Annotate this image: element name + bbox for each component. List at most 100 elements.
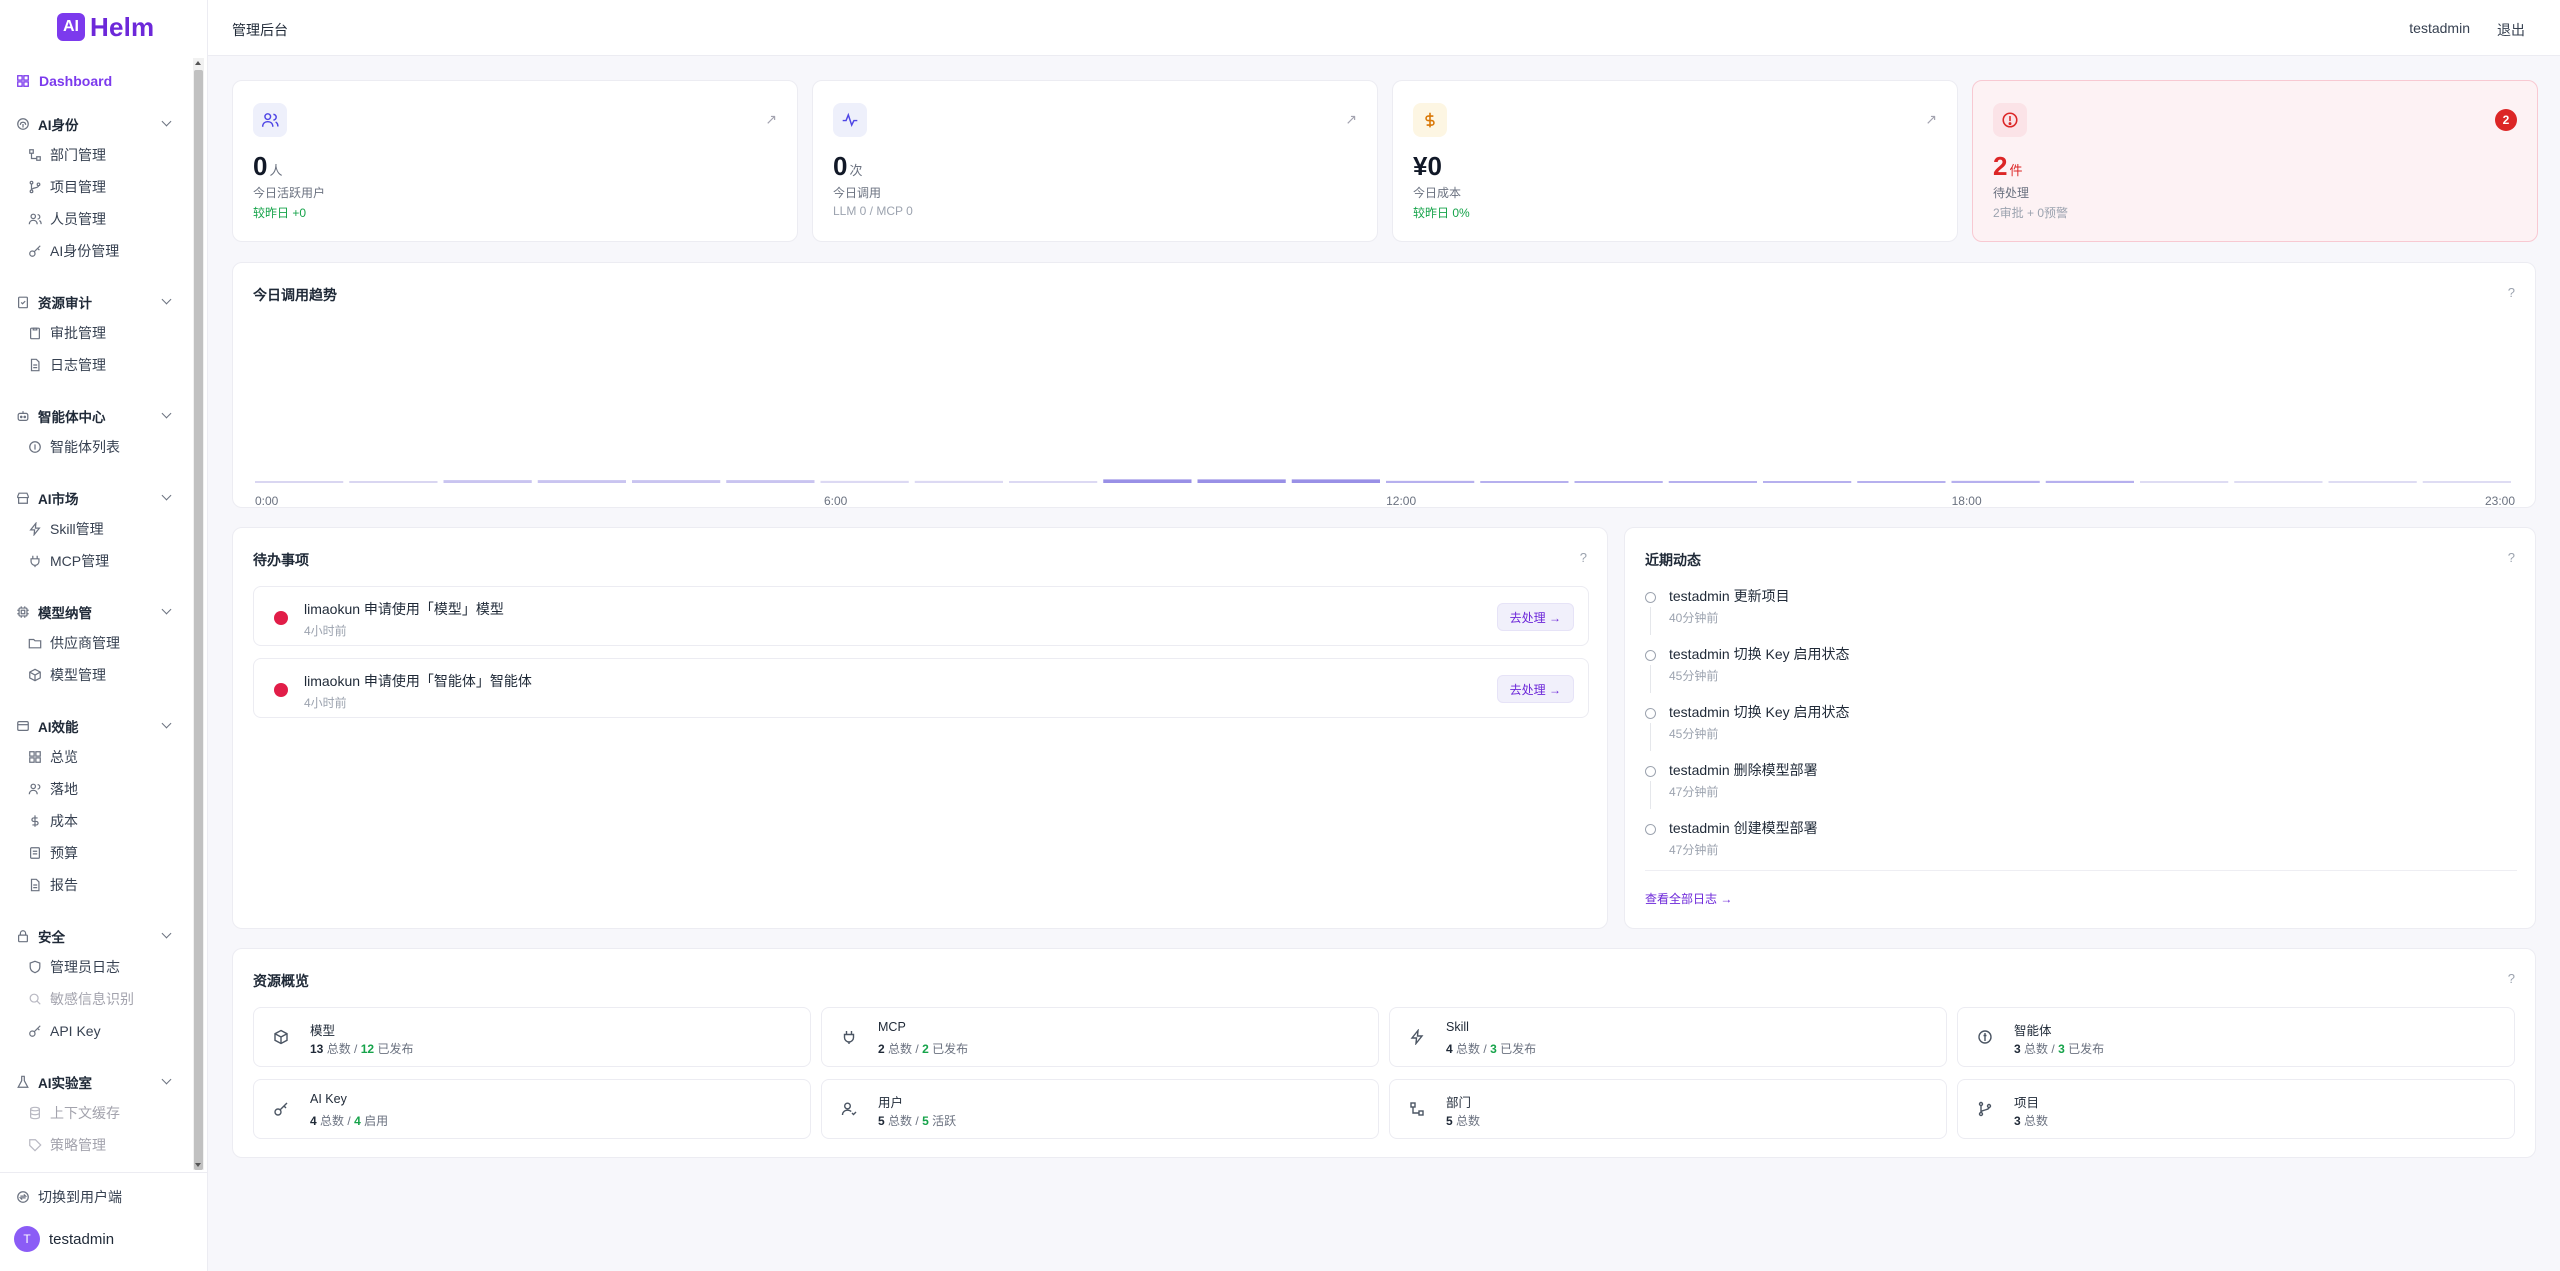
resource-models[interactable]: 模型 13 总数 / 12 已发布 <box>253 1007 811 1067</box>
nav-item-overview[interactable]: 总览 <box>0 741 190 773</box>
bar-16:00[interactable] <box>1763 481 1852 483</box>
nav-item-policies[interactable]: 策略管理 <box>0 1129 190 1161</box>
group-head-ai-identity[interactable]: AI身份 <box>0 113 190 135</box>
bar-8:00[interactable] <box>1009 481 1098 483</box>
bar-20:00[interactable] <box>2140 481 2229 483</box>
todo-item[interactable]: limaokun 申请使用「智能体」智能体 4小时前 去处理 → <box>253 658 1589 718</box>
nav-item-api-key[interactable]: API Key <box>0 1015 190 1047</box>
nav-item-sensitive-info[interactable]: 敏感信息识别 <box>0 983 190 1015</box>
arrow-up-right-icon[interactable]: ↗ <box>1345 111 1357 128</box>
bar-18:00[interactable] <box>1951 480 2040 483</box>
resource-mcp[interactable]: MCP 2 总数 / 2 已发布 <box>821 1007 1379 1067</box>
bar-23:00[interactable] <box>2422 481 2511 483</box>
nav-item-departments[interactable]: 部门管理 <box>0 139 190 171</box>
switch-to-user-button[interactable]: 切换到用户端 <box>16 1187 122 1207</box>
help-icon[interactable]: ? <box>2508 971 2515 986</box>
bar-4:00[interactable] <box>632 480 721 483</box>
bar-11:00[interactable] <box>1291 479 1380 483</box>
handle-button[interactable]: 去处理 → <box>1496 675 1574 703</box>
nav-item-mcp[interactable]: MCP管理 <box>0 545 190 577</box>
timeline-dot <box>1645 650 1656 661</box>
org-icon <box>28 148 42 162</box>
activity-item: testadmin 创建模型部署 47分钟前 <box>1645 812 2505 870</box>
chevron-down-icon <box>161 294 172 305</box>
bar-7:00[interactable] <box>914 480 1003 483</box>
logout-button[interactable]: 退出 <box>2497 20 2525 40</box>
nav-item-projects[interactable]: 项目管理 <box>0 171 190 203</box>
sidebar-scrollbar[interactable] <box>193 58 204 1170</box>
current-user[interactable]: T testadmin <box>14 1226 114 1252</box>
group-head-security[interactable]: 安全 <box>0 925 190 947</box>
bar-17:00[interactable] <box>1857 481 1946 483</box>
resource-projects[interactable]: 项目 3 总数 <box>1957 1079 2515 1139</box>
nav-item-models[interactable]: 模型管理 <box>0 659 190 691</box>
help-icon[interactable]: ? <box>2508 285 2515 300</box>
bar-21:00[interactable] <box>2234 481 2323 483</box>
help-icon[interactable]: ? <box>2508 550 2515 565</box>
bar-6:00[interactable] <box>820 480 909 483</box>
resource-name: 用户 <box>878 1096 904 1110</box>
group-head-ai-efficiency[interactable]: AI效能 <box>0 715 190 737</box>
help-icon[interactable]: ? <box>1580 550 1587 565</box>
scroll-thumb[interactable] <box>194 70 203 1170</box>
resource-users[interactable]: 用户 5 总数 / 5 活跃 <box>821 1079 1379 1139</box>
group-head-agent-center[interactable]: 智能体中心 <box>0 405 190 427</box>
nav-item-approvals[interactable]: 审批管理 <box>0 317 190 349</box>
resource-skill[interactable]: Skill 4 总数 / 3 已发布 <box>1389 1007 1947 1067</box>
nav-item-providers[interactable]: 供应商管理 <box>0 627 190 659</box>
todo-item[interactable]: limaokun 申请使用「模型」模型 4小时前 去处理 → <box>253 586 1589 646</box>
stat-card-pending[interactable]: 2 2件 待处理 2审批 + 0预警 <box>1972 80 2538 242</box>
bar-0:00[interactable] <box>255 481 344 483</box>
group-head-model-mgmt[interactable]: 模型纳管 <box>0 601 190 623</box>
handle-button[interactable]: 去处理 → <box>1496 603 1574 631</box>
brand[interactable]: AI Helm <box>0 0 207 55</box>
nav-item-report[interactable]: 报告 <box>0 869 190 901</box>
stat-card-active-users[interactable]: ↗ 0人 今日活跃用户 较昨日 +0 <box>232 80 798 242</box>
nav-item-budget[interactable]: 预算 <box>0 837 190 869</box>
group-head-ai-lab[interactable]: AI实验室 <box>0 1071 190 1093</box>
bar-12:00[interactable] <box>1386 480 1475 483</box>
divider <box>1645 870 2517 871</box>
resource-stat: 4 总数 / 3 已发布 <box>1446 1042 1537 1056</box>
plug-icon <box>840 1028 858 1046</box>
bar-2:00[interactable] <box>443 480 532 483</box>
nav-item-context-cache[interactable]: 上下文缓存 <box>0 1097 190 1129</box>
nav-item-skill[interactable]: Skill管理 <box>0 513 190 545</box>
nav-item-people[interactable]: 人员管理 <box>0 203 190 235</box>
arrow-up-right-icon[interactable]: ↗ <box>1925 111 1937 128</box>
resource-agents[interactable]: 智能体 3 总数 / 3 已发布 <box>1957 1007 2515 1067</box>
arrow-up-right-icon[interactable]: ↗ <box>765 111 777 128</box>
nav-item-cost[interactable]: 成本 <box>0 805 190 837</box>
bar-19:00[interactable] <box>2045 480 2134 483</box>
users-icon <box>253 103 287 137</box>
scroll-down-icon[interactable] <box>195 1163 201 1167</box>
nav-dashboard[interactable]: Dashboard <box>8 68 188 94</box>
bar-14:00[interactable] <box>1574 481 1663 483</box>
resource-departments[interactable]: 部门 5 总数 <box>1389 1079 1947 1139</box>
resource-ai-key[interactable]: AI Key 4 总数 / 4 启用 <box>253 1079 811 1139</box>
group-head-ai-market[interactable]: AI市场 <box>0 487 190 509</box>
scroll-up-icon[interactable] <box>195 61 201 65</box>
nav-item-label: 总览 <box>50 749 78 765</box>
header-username[interactable]: testadmin <box>2409 20 2470 36</box>
nav-item-admin-logs[interactable]: 管理员日志 <box>0 951 190 983</box>
group-head-resource-audit[interactable]: 资源审计 <box>0 291 190 313</box>
bar-3:00[interactable] <box>537 480 626 483</box>
bar-15:00[interactable] <box>1668 481 1757 483</box>
activity-item: testadmin 切换 Key 启用状态 45分钟前 <box>1645 696 2505 754</box>
stat-card-calls[interactable]: ↗ 0次 今日调用 LLM 0 / MCP 0 <box>812 80 1378 242</box>
bar-10:00[interactable] <box>1197 479 1286 483</box>
bar-5:00[interactable] <box>726 480 815 483</box>
nav-item-adoption[interactable]: 落地 <box>0 773 190 805</box>
nav-item-agent-list[interactable]: 智能体列表 <box>0 431 190 463</box>
stat-card-cost[interactable]: ↗ ¥0 今日成本 较昨日 0% <box>1392 80 1958 242</box>
nav-item-logs[interactable]: 日志管理 <box>0 349 190 381</box>
bar-1:00[interactable] <box>349 481 438 483</box>
bar-9:00[interactable] <box>1103 479 1192 483</box>
bar-13:00[interactable] <box>1480 481 1569 483</box>
view-all-logs-link[interactable]: 查看全部日志 → <box>1645 890 1732 907</box>
bar-22:00[interactable] <box>2328 481 2417 483</box>
users-icon <box>28 212 42 226</box>
stat-label: 今日调用 <box>833 186 882 200</box>
nav-item-ai-identity[interactable]: AI身份管理 <box>0 235 190 267</box>
